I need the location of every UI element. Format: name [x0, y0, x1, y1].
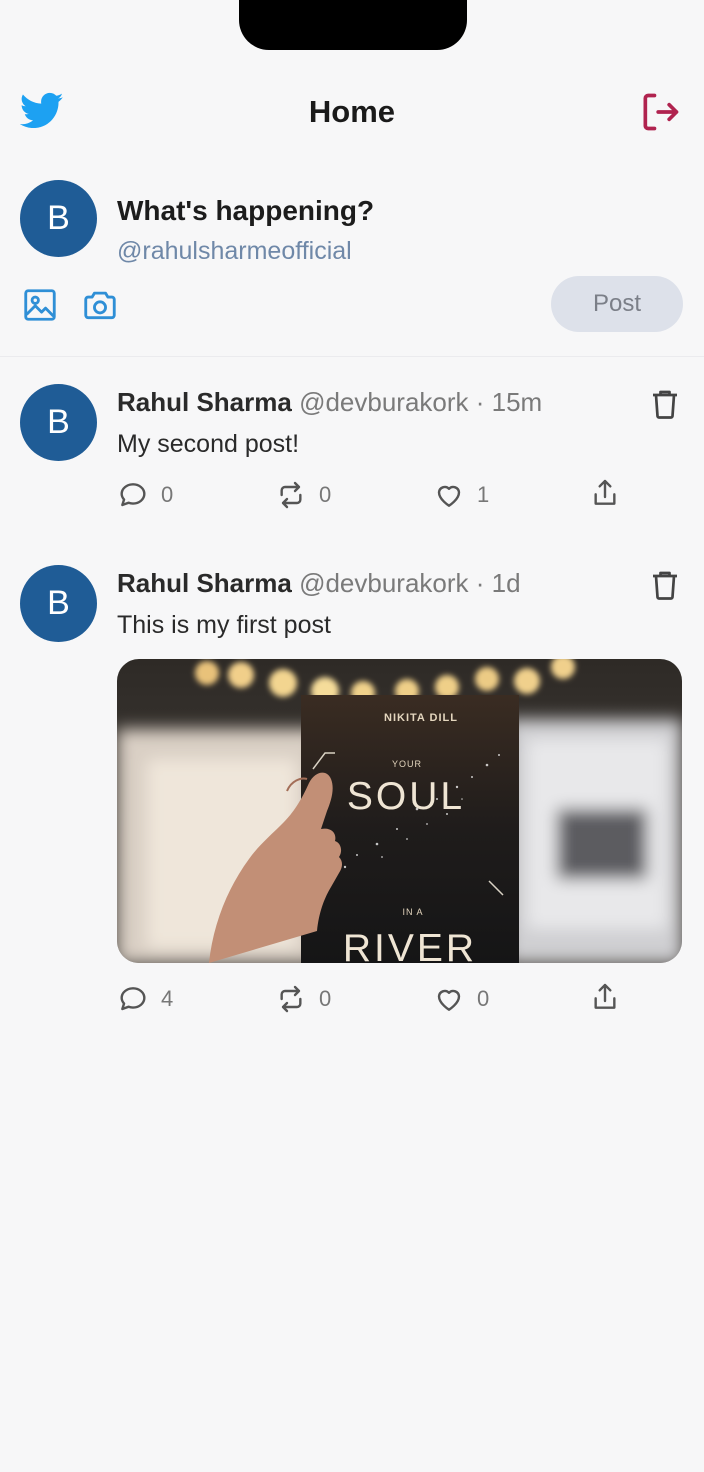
share-icon — [594, 983, 616, 1009]
post-meta: @devburakork · 15m — [299, 387, 543, 417]
comment-action[interactable]: 0 — [117, 479, 173, 511]
post-author-name[interactable]: Rahul Sharma — [117, 387, 292, 417]
post-author-name[interactable]: Rahul Sharma — [117, 568, 292, 598]
share-action[interactable] — [589, 477, 621, 509]
like-count: 1 — [477, 482, 490, 507]
repost-action[interactable]: 0 — [275, 479, 331, 511]
heart-icon — [437, 485, 461, 507]
composer-avatar[interactable]: B — [20, 180, 97, 257]
post-text: This is my first post — [117, 611, 331, 639]
comment-icon — [120, 483, 146, 507]
comment-icon — [120, 987, 146, 1011]
home-screen: Home B What's happening? @rahulsharmeoff… — [0, 0, 704, 1472]
trash-icon[interactable] — [647, 384, 683, 424]
share-icon — [594, 479, 616, 505]
camera-icon[interactable] — [81, 286, 119, 324]
comment-count: 0 — [161, 482, 174, 507]
repost-icon — [280, 481, 302, 509]
heart-icon — [437, 989, 461, 1011]
compose-input[interactable]: What's happening? — [117, 195, 374, 227]
device-notch — [239, 0, 467, 50]
logout-icon[interactable] — [638, 90, 682, 134]
book-title-line1: YOUR — [392, 759, 422, 769]
like-action[interactable]: 0 — [433, 983, 489, 1015]
page-title: Home — [308, 94, 396, 129]
trash-icon[interactable] — [647, 565, 683, 605]
app-header: Home — [0, 80, 704, 144]
comment-count: 4 — [161, 986, 174, 1011]
repost-count: 0 — [319, 482, 332, 507]
image-icon[interactable] — [21, 286, 59, 324]
book-title-line4: RIVER — [343, 927, 477, 963]
post-button[interactable]: Post — [551, 276, 683, 332]
share-action[interactable] — [589, 981, 621, 1013]
post-avatar[interactable]: B — [20, 384, 97, 461]
book-author: NIKITA DILL — [384, 712, 458, 724]
like-action[interactable]: 1 — [433, 479, 489, 511]
repost-count: 0 — [319, 986, 332, 1011]
repost-action[interactable]: 0 — [275, 983, 331, 1015]
repost-icon — [280, 985, 302, 1013]
post-header: Rahul Sharma @devburakork · 15m — [117, 387, 542, 418]
book-title-line2: SOUL — [347, 775, 465, 818]
post-text: My second post! — [117, 430, 300, 458]
composer-divider — [0, 356, 704, 357]
book-photo: NIKITA DILL YOUR SOUL IN A RIVER — [117, 659, 682, 963]
post-header: Rahul Sharma @devburakork · 1d — [117, 568, 521, 599]
composer-handle: @rahulsharmeofficial — [117, 237, 352, 265]
book-title-line3: IN A — [402, 907, 423, 917]
post-avatar[interactable]: B — [20, 565, 97, 642]
like-count: 0 — [477, 986, 490, 1011]
post-image[interactable]: NIKITA DILL YOUR SOUL IN A RIVER — [117, 659, 682, 963]
comment-action[interactable]: 4 — [117, 983, 173, 1015]
post-meta: @devburakork · 1d — [299, 568, 521, 598]
